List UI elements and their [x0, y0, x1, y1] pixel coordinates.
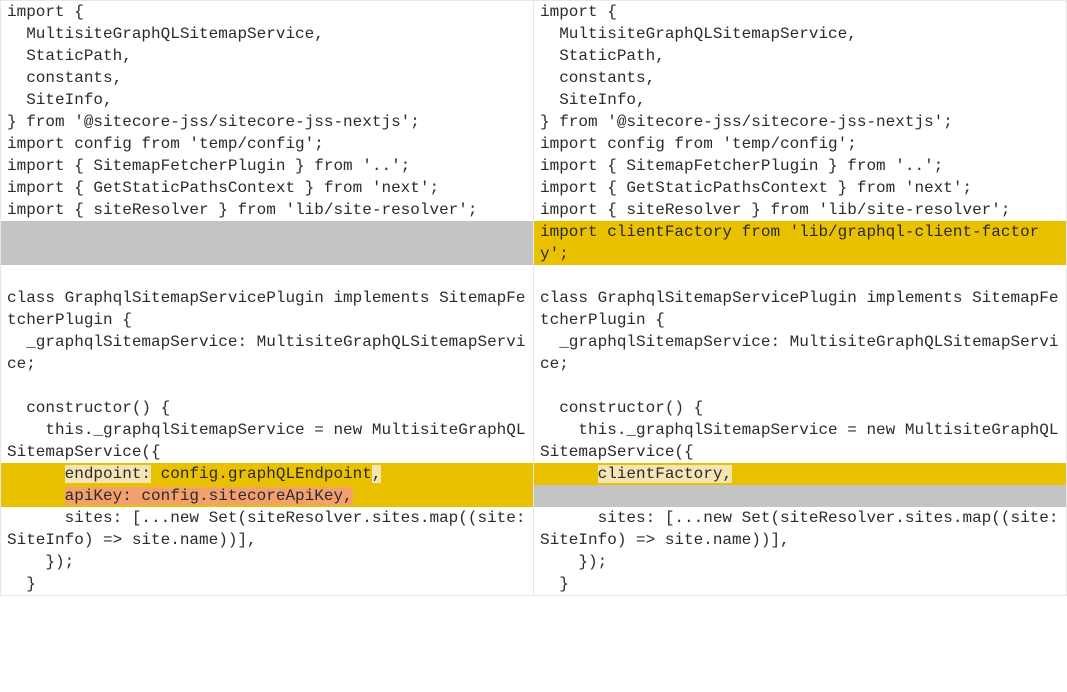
code-line: import { siteResolver } from 'lib/site-r…	[534, 199, 1066, 221]
code-line: constants,	[1, 67, 533, 89]
diff-missing-placeholder	[1, 243, 533, 265]
code-line: import { SitemapFetcherPlugin } from '..…	[534, 155, 1066, 177]
code-line: import {	[1, 1, 533, 23]
code-line: });	[534, 551, 1066, 573]
diff-added-line: import clientFactory from 'lib/graphql-c…	[534, 221, 1066, 265]
diff-token: clientFactory	[598, 465, 723, 483]
diff-view: import { MultisiteGraphQLSitemapService,…	[0, 0, 1067, 596]
indent	[540, 465, 598, 483]
code-line: }	[534, 573, 1066, 595]
code-line: SiteInfo,	[534, 89, 1066, 111]
code-line: SiteInfo,	[1, 89, 533, 111]
code-line: constructor() {	[1, 397, 533, 419]
indent	[7, 465, 65, 483]
diff-left-pane: import { MultisiteGraphQLSitemapService,…	[0, 0, 534, 596]
diff-token: config.graphQLEndpoint	[151, 465, 372, 483]
code-line: class GraphqlSitemapServicePlugin implem…	[1, 287, 533, 331]
diff-removed-line: apiKey: config.sitecoreApiKey,	[1, 485, 533, 507]
code-line: import { GetStaticPathsContext } from 'n…	[1, 177, 533, 199]
diff-token: ,	[722, 465, 732, 483]
diff-token: apiKey: config.sitecoreApiKey,	[65, 487, 353, 505]
blank-line	[534, 375, 1066, 397]
code-line: constructor() {	[534, 397, 1066, 419]
diff-added-line: clientFactory,	[534, 463, 1066, 485]
code-line: MultisiteGraphQLSitemapService,	[1, 23, 533, 45]
diff-right-pane: import { MultisiteGraphQLSitemapService,…	[534, 0, 1067, 596]
code-line: } from '@sitecore-jss/sitecore-jss-nextj…	[1, 111, 533, 133]
code-line: import { GetStaticPathsContext } from 'n…	[534, 177, 1066, 199]
code-line: import { SitemapFetcherPlugin } from '..…	[1, 155, 533, 177]
code-line: import {	[534, 1, 1066, 23]
code-line: });	[1, 551, 533, 573]
code-line: import config from 'temp/config';	[1, 133, 533, 155]
code-line: import { siteResolver } from 'lib/site-r…	[1, 199, 533, 221]
code-line: sites: [...new Set(siteResolver.sites.ma…	[534, 507, 1066, 551]
code-line: }	[1, 573, 533, 595]
diff-token: endpoint:	[65, 465, 151, 483]
code-line: StaticPath,	[1, 45, 533, 67]
code-line: this._graphqlSitemapService = new Multis…	[534, 419, 1066, 463]
code-line: import config from 'temp/config';	[534, 133, 1066, 155]
code-line: this._graphqlSitemapService = new Multis…	[1, 419, 533, 463]
code-line: } from '@sitecore-jss/sitecore-jss-nextj…	[534, 111, 1066, 133]
code-line: constants,	[534, 67, 1066, 89]
code-line: sites: [...new Set(siteResolver.sites.ma…	[1, 507, 533, 551]
diff-token: ,	[372, 465, 382, 483]
code-line: MultisiteGraphQLSitemapService,	[534, 23, 1066, 45]
code-line: _graphqlSitemapService: MultisiteGraphQL…	[534, 331, 1066, 375]
blank-line	[1, 265, 533, 287]
code-line: StaticPath,	[534, 45, 1066, 67]
blank-line	[1, 375, 533, 397]
code-line: _graphqlSitemapService: MultisiteGraphQL…	[1, 331, 533, 375]
blank-line	[534, 265, 1066, 287]
diff-missing-placeholder	[534, 485, 1066, 507]
code-line: class GraphqlSitemapServicePlugin implem…	[534, 287, 1066, 331]
diff-removed-line: endpoint: config.graphQLEndpoint,	[1, 463, 533, 485]
indent	[7, 487, 65, 505]
diff-missing-placeholder	[1, 221, 533, 243]
